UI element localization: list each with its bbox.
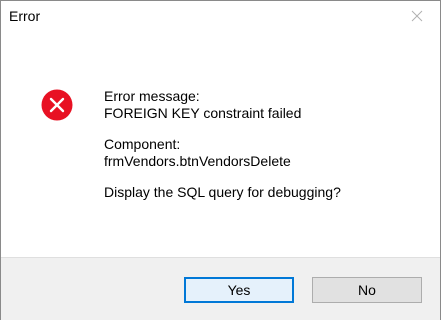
window-title: Error: [9, 8, 41, 24]
component-heading: Component:: [104, 136, 181, 152]
yes-button[interactable]: Yes: [184, 277, 294, 303]
debug-question: Display the SQL query for debugging?: [104, 184, 341, 200]
title-bar[interactable]: Error: [1, 1, 440, 31]
close-button[interactable]: [394, 1, 440, 31]
error-message-text: FOREIGN KEY constraint failed: [104, 105, 302, 121]
button-bar: Yes No: [1, 257, 440, 320]
component-text: frmVendors.btnVendorsDelete: [104, 153, 291, 169]
message-block: Error message: FOREIGN KEY constraint fa…: [104, 88, 341, 201]
error-icon: [41, 89, 73, 121]
error-message-heading: Error message:: [104, 88, 200, 104]
dialog-content: Error message: FOREIGN KEY constraint fa…: [1, 31, 440, 253]
close-icon: [411, 10, 423, 22]
error-dialog: Error Error message: FOREIGN KEY constra…: [0, 0, 441, 320]
no-button[interactable]: No: [312, 277, 422, 303]
